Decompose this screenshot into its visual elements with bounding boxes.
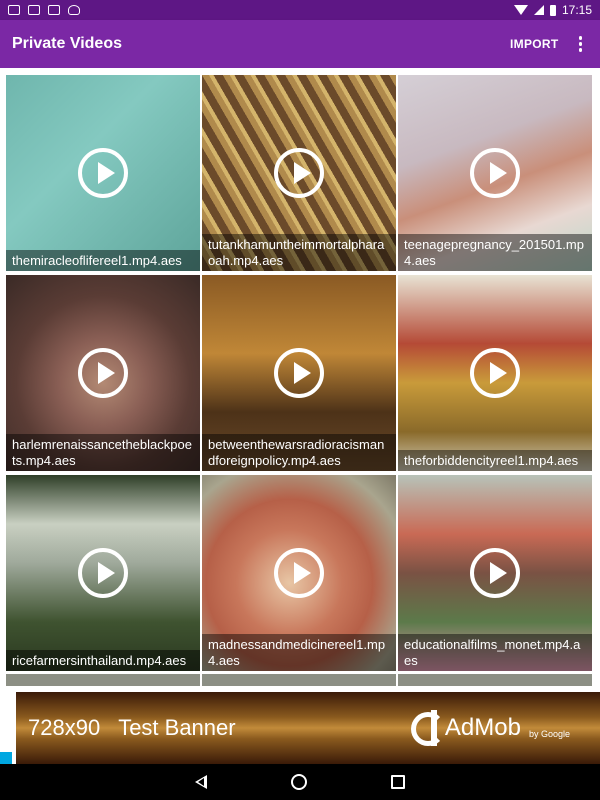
- video-filename: tutankhamuntheimmortalpharaoah.mp4.aes: [202, 234, 396, 271]
- battery-icon: [549, 4, 556, 16]
- video-tile[interactable]: tutankhamuntheimmortalpharaoah.mp4.aes: [202, 75, 396, 271]
- video-tile[interactable]: teenagepregnancy_201501.mp4.aes: [398, 75, 592, 271]
- mail-icon: [8, 5, 20, 15]
- wifi-icon: [513, 5, 528, 15]
- video-filename: harlemrenaissancetheblackpoets.mp4.aes: [6, 434, 200, 471]
- video-grid-container[interactable]: themiracleoflifereel1.mp4.aes tutankhamu…: [0, 68, 600, 692]
- play-icon[interactable]: [78, 148, 128, 198]
- navigation-bar: [0, 764, 600, 800]
- video-tile-partial[interactable]: [6, 674, 200, 686]
- image-icon: [48, 5, 60, 15]
- ad-area: 728x90 Test Banner AdMob by Google: [0, 692, 600, 764]
- page-title: Private Videos: [12, 35, 122, 52]
- system-icons: 17:15: [513, 3, 592, 17]
- video-tile-partial[interactable]: [398, 674, 592, 686]
- admob-name: AdMob: [444, 714, 521, 741]
- signal-icon: [533, 5, 544, 15]
- video-filename: ricefarmersinthailand.mp4.aes: [6, 650, 200, 671]
- video-tile-partial[interactable]: [202, 674, 396, 686]
- more-vert-icon[interactable]: [575, 34, 587, 54]
- mail-icon: [28, 5, 40, 15]
- play-icon[interactable]: [470, 148, 520, 198]
- recents-icon[interactable]: [391, 775, 405, 789]
- app-bar-actions: IMPORT: [510, 34, 586, 54]
- play-icon[interactable]: [78, 548, 128, 598]
- status-time: 17:15: [561, 3, 592, 17]
- admob-brand: AdMob by Google: [410, 710, 570, 746]
- video-tile[interactable]: madnessandmedicinereel1.mp4.aes: [202, 475, 396, 671]
- video-tile[interactable]: theforbiddencityreel1.mp4.aes: [398, 275, 592, 471]
- admob-logo-icon: [410, 710, 445, 746]
- next-row-partial: [6, 674, 595, 686]
- play-icon[interactable]: [274, 548, 324, 598]
- video-tile[interactable]: educationalfilms_monet.mp4.aes: [398, 475, 592, 671]
- back-icon[interactable]: [195, 775, 207, 789]
- app-bar: Private Videos IMPORT: [0, 20, 600, 68]
- play-icon[interactable]: [274, 348, 324, 398]
- video-filename: themiracleoflifereel1.mp4.aes: [6, 250, 200, 271]
- home-icon[interactable]: [291, 774, 307, 790]
- video-filename: theforbiddencityreel1.mp4.aes: [398, 450, 592, 471]
- ad-label: Test Banner: [118, 715, 236, 740]
- video-filename: betweenthewarsradioracismandforeignpolic…: [202, 434, 396, 471]
- video-tile[interactable]: harlemrenaissancetheblackpoets.mp4.aes: [6, 275, 200, 471]
- play-icon[interactable]: [78, 348, 128, 398]
- ad-size-label: 728x90: [28, 715, 101, 740]
- video-tile[interactable]: betweenthewarsradioracismandforeignpolic…: [202, 275, 396, 471]
- android-icon: [68, 5, 80, 15]
- video-filename: teenagepregnancy_201501.mp4.aes: [398, 234, 592, 271]
- play-icon[interactable]: [470, 548, 520, 598]
- notification-icons: [8, 5, 80, 15]
- video-filename: madnessandmedicinereel1.mp4.aes: [202, 634, 396, 671]
- video-tile[interactable]: ricefarmersinthailand.mp4.aes: [6, 475, 200, 671]
- video-filename: educationalfilms_monet.mp4.aes: [398, 634, 592, 671]
- play-icon[interactable]: [274, 148, 324, 198]
- play-icon[interactable]: [470, 348, 520, 398]
- ad-choices-icon[interactable]: [0, 752, 12, 764]
- video-tile[interactable]: themiracleoflifereel1.mp4.aes: [6, 75, 200, 271]
- ad-banner[interactable]: 728x90 Test Banner AdMob by Google: [16, 692, 600, 764]
- admob-by-google: by Google: [528, 729, 570, 739]
- import-button[interactable]: IMPORT: [510, 37, 558, 51]
- video-grid: themiracleoflifereel1.mp4.aes tutankhamu…: [6, 75, 595, 671]
- status-bar: 17:15: [0, 0, 600, 20]
